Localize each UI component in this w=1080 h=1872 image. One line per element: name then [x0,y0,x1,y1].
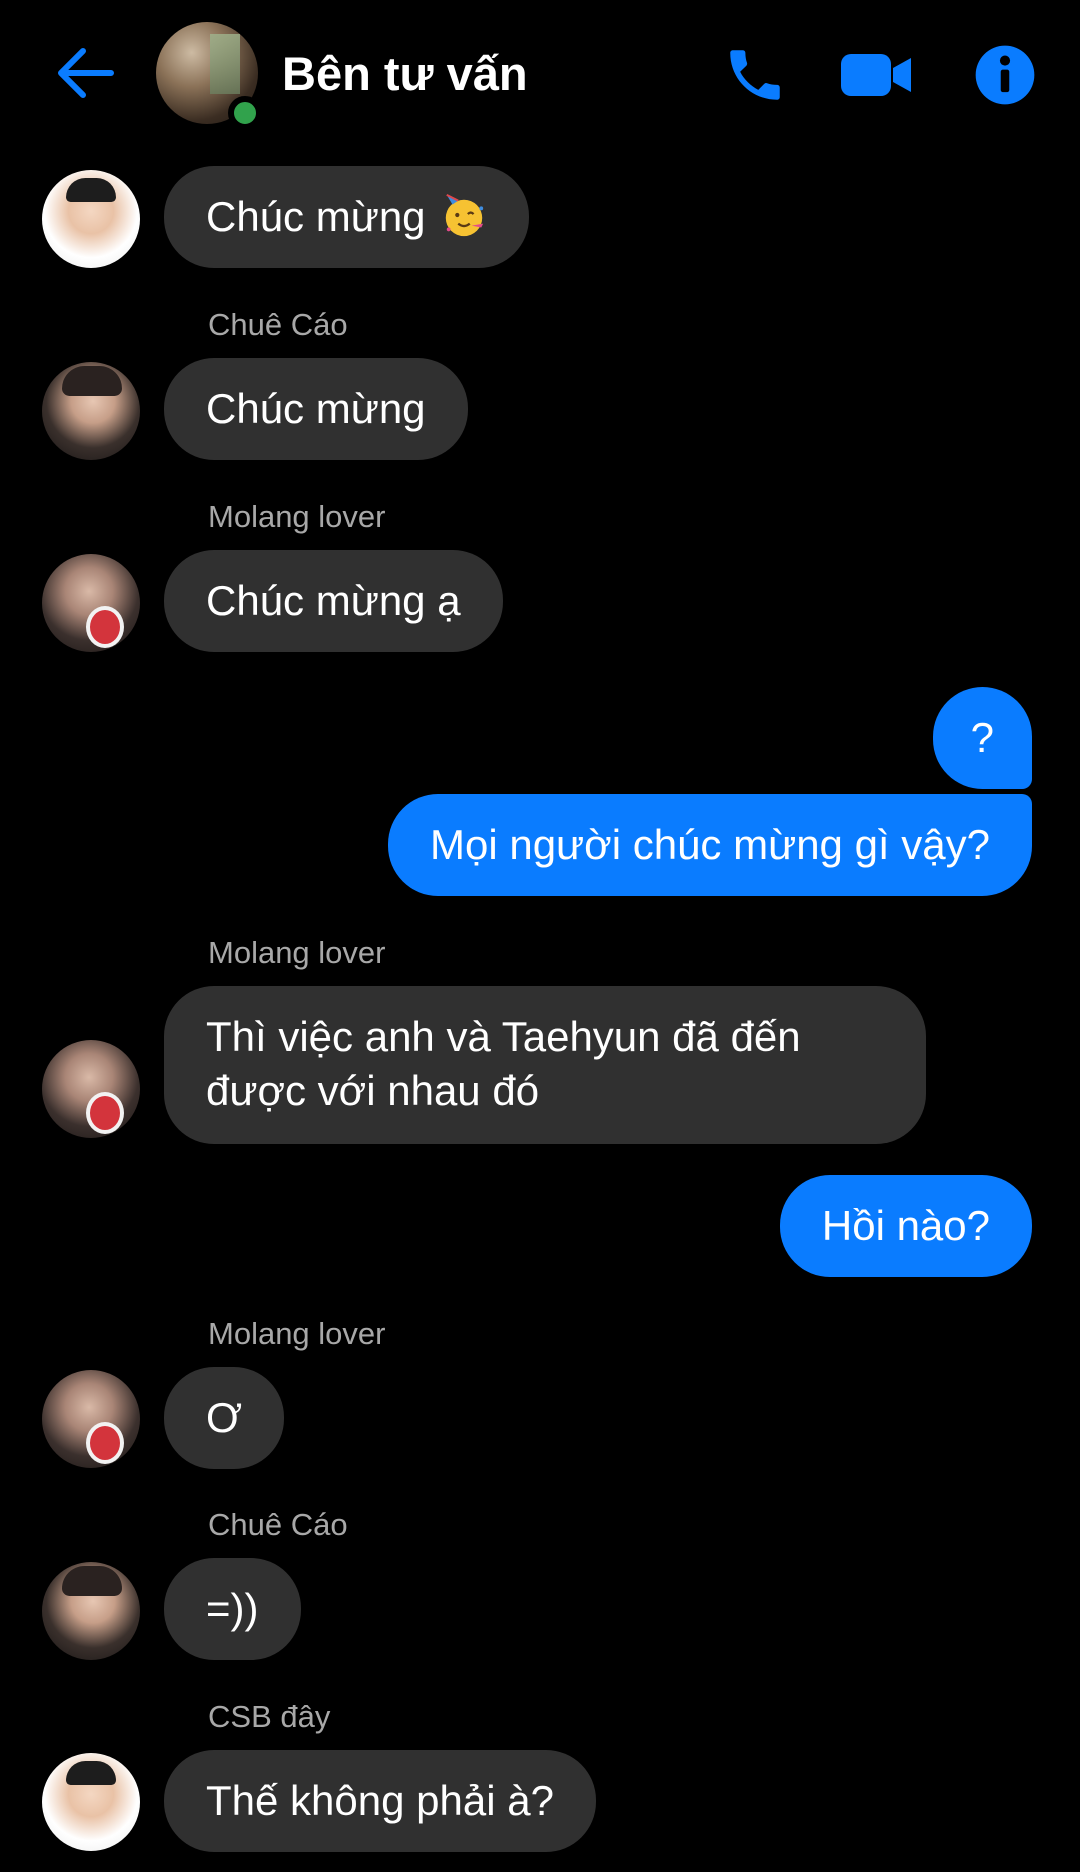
online-status-dot [228,96,262,130]
info-icon [975,45,1035,105]
incoming-message[interactable]: Ơ [164,1367,285,1469]
incoming-message[interactable]: Thế không phải à? [164,1750,596,1852]
video-call-button[interactable] [838,36,916,114]
chat-title[interactable]: Bên tư vấn [282,44,528,104]
voice-call-button[interactable] [716,36,794,114]
message-text: Chúc mừng [206,193,426,240]
incoming-message[interactable]: Thì việc anh và Taehyun đã đến được với … [164,986,926,1144]
sender-name: CSB đây [208,1699,331,1734]
sender-avatar[interactable] [42,1753,140,1851]
sender-avatar[interactable] [42,1040,140,1138]
partying-face-emoji [446,194,484,237]
outgoing-message[interactable]: Hồi nào? [779,1175,1032,1277]
sender-avatar[interactable] [42,1370,140,1468]
sender-name: Molang lover [208,935,386,970]
incoming-message[interactable]: Chúc mừng [164,166,530,268]
chat-header: Bên tư vấn [0,0,1080,150]
back-button[interactable] [52,40,118,106]
sender-name: Molang lover [208,499,386,534]
info-button[interactable] [966,36,1044,114]
back-arrow-icon [58,48,114,98]
outgoing-message[interactable]: Mọi người chúc mừng gì vậy? [387,794,1032,896]
incoming-message[interactable]: =)) [164,1558,301,1660]
sender-name: Chuê Cáo [208,1507,348,1542]
phone-icon [730,50,780,100]
sender-name: Chuê Cáo [208,307,348,342]
outgoing-message[interactable]: ? [932,687,1032,789]
message-line: được với nhau đó [206,1067,540,1114]
sender-avatar[interactable] [42,554,140,652]
message-line: Thì việc anh và Taehyun đã đến [206,1013,801,1060]
sender-name: Molang lover [208,1316,386,1351]
group-avatar[interactable] [156,22,262,130]
sender-avatar[interactable] [42,362,140,460]
incoming-message[interactable]: Chúc mừng [164,358,468,460]
incoming-message[interactable]: Chúc mừng ạ [164,550,503,652]
sender-avatar[interactable] [42,1562,140,1660]
sender-avatar[interactable] [42,170,140,268]
video-camera-icon [841,54,911,96]
